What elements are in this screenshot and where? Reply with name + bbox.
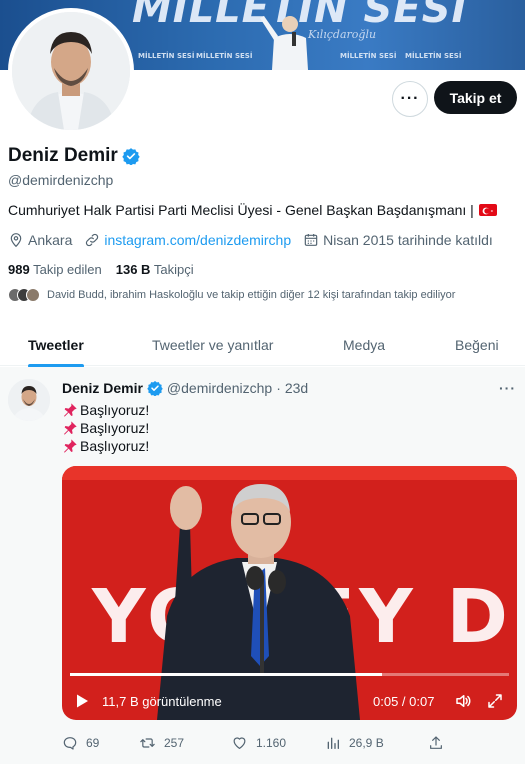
mutual-avatar xyxy=(26,288,40,302)
followers-count: 136 B xyxy=(115,262,151,277)
profile-name: Deniz Demir xyxy=(8,145,118,166)
more-options-button[interactable]: ··· xyxy=(392,81,428,117)
video-progress-bar[interactable] xyxy=(70,673,509,676)
following-count: 989 xyxy=(8,262,30,277)
banner-speaker-figure xyxy=(260,16,308,70)
profile-handle: @demirdenizchp xyxy=(8,172,114,188)
followers-label: Takipçi xyxy=(153,262,194,277)
video-controls: 11,7 B görüntülenme 0:05 / 0:07 xyxy=(62,688,517,714)
video-time: 0:05 / 0:07 xyxy=(373,693,435,709)
location-item: Ankara xyxy=(8,232,72,248)
tweet-separator: · xyxy=(276,380,281,396)
followers-stat[interactable]: 136 B Takipçi xyxy=(116,262,194,277)
share-action[interactable] xyxy=(428,735,444,751)
verified-badge-icon[interactable] xyxy=(122,147,140,165)
tweet-author-handle[interactable]: @demirdenizchp xyxy=(167,380,272,396)
reply-icon xyxy=(63,737,77,750)
tweet-header: Deniz Demir @demirdenizchp · 23d xyxy=(62,380,308,396)
retweet-icon xyxy=(140,738,155,748)
bio-text: Cumhuriyet Halk Partisi Parti Meclisi Üy… xyxy=(8,202,474,218)
reply-action[interactable]: 69 xyxy=(62,735,99,751)
tab-tweets-and-replies[interactable]: Tweetler ve yanıtlar xyxy=(152,337,273,353)
volume-icon[interactable] xyxy=(454,692,472,710)
mutual-avatars xyxy=(8,288,40,302)
banner-mini-logo: MİLLETİN SESİ xyxy=(340,52,397,60)
calendar-icon xyxy=(304,234,318,246)
tweet-line-text: Başlıyoruz! xyxy=(80,438,150,454)
share-icon xyxy=(430,736,442,749)
profile-tabs: Tweetler Tweetler ve yanıtlar Medya Beğe… xyxy=(0,326,525,368)
reply-count: 69 xyxy=(86,736,100,750)
profile-meta: Ankara instagram.com/denizdemirchp Nisan… xyxy=(8,232,505,248)
verified-badge-icon xyxy=(147,381,163,396)
pushpin-icon xyxy=(64,439,77,453)
joined-text: Nisan 2015 tarihinde katıldı xyxy=(323,232,493,248)
tweet-text-line: Başlıyoruz! xyxy=(62,438,149,454)
follow-button[interactable]: Takip et xyxy=(434,81,517,114)
video-progress-fill xyxy=(70,673,382,676)
tweet-text-line: Başlıyoruz! xyxy=(62,402,149,418)
following-stat[interactable]: 989 Takip edilen xyxy=(8,262,102,277)
tweet-text-line: Başlıyoruz! xyxy=(62,420,149,436)
tab-tweets[interactable]: Tweetler xyxy=(28,337,84,353)
turkey-flag-icon xyxy=(478,204,497,216)
tweet-author-avatar[interactable] xyxy=(8,379,50,421)
tweet-time[interactable]: 23d xyxy=(285,380,308,396)
tweet-avatar-photo xyxy=(8,379,50,421)
tweet-video[interactable]: YOR EY D 11,7 B görüntülenme 0:05 / 0:07 xyxy=(62,466,517,720)
following-label: Takip edilen xyxy=(33,262,102,277)
video-view-count: 11,7 B görüntülenme xyxy=(102,693,222,709)
video-speaker-figure xyxy=(157,484,360,720)
link-icon xyxy=(86,233,99,247)
views-count: 26,9 B xyxy=(349,736,384,750)
tweet-line-text: Başlıyoruz! xyxy=(80,402,150,418)
avatar-photo xyxy=(12,12,130,130)
joined-item: Nisan 2015 tarihinde katıldı xyxy=(303,232,493,248)
location-pin-icon xyxy=(10,233,22,248)
banner-mini-logo: MİLLETİN SESİ xyxy=(138,52,195,60)
profile-name-row: Deniz Demir xyxy=(8,145,140,167)
website-item[interactable]: instagram.com/denizdemirchp xyxy=(84,232,291,248)
profile-bio: Cumhuriyet Halk Partisi Parti Meclisi Üy… xyxy=(8,202,497,218)
analytics-icon xyxy=(327,737,339,749)
fullscreen-icon[interactable] xyxy=(486,692,504,710)
tweet-author-name[interactable]: Deniz Demir xyxy=(62,380,143,396)
retweet-count: 257 xyxy=(164,736,185,750)
play-icon[interactable] xyxy=(74,693,90,709)
heart-icon xyxy=(233,737,246,749)
like-count: 1.160 xyxy=(256,736,287,750)
pushpin-icon xyxy=(64,403,77,417)
banner-mini-logo: MİLLETİN SESİ xyxy=(196,52,253,60)
tweet-more-button[interactable]: ··· xyxy=(499,380,516,396)
banner-mini-logo: MİLLETİN SESİ xyxy=(405,52,462,60)
location-text: Ankara xyxy=(28,232,73,248)
website-link[interactable]: instagram.com/denizdemirchp xyxy=(104,232,291,248)
retweet-action[interactable]: 257 xyxy=(139,735,184,751)
followed-by-text: David Budd, ibrahim Haskoloğlu ve takip … xyxy=(47,289,456,301)
like-action[interactable]: 1.160 xyxy=(231,735,286,751)
followers-you-know[interactable]: David Budd, ibrahim Haskoloğlu ve takip … xyxy=(8,288,455,302)
views-action[interactable]: 26,9 B xyxy=(325,735,384,751)
tweet-line-text: Başlıyoruz! xyxy=(80,420,150,436)
follow-stats: 989 Takip edilen 136 B Takipçi xyxy=(8,262,194,277)
tab-media[interactable]: Medya xyxy=(343,337,385,353)
profile-avatar[interactable] xyxy=(8,8,134,134)
tab-likes[interactable]: Beğeni xyxy=(455,337,499,353)
pushpin-icon xyxy=(64,421,77,435)
